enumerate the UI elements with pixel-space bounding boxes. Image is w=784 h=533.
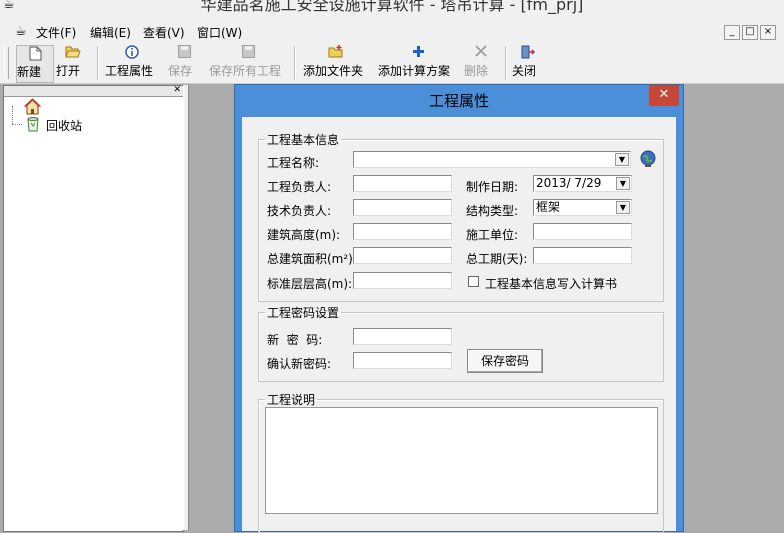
recycle-bin-icon[interactable] (26, 116, 40, 135)
confirm-password-input[interactable] (353, 352, 452, 369)
title-bar: ☕ 华建品茗施工安全设施计算软件 - 塔吊计算 - [fm_prj] (0, 0, 784, 22)
tree-panel-header: ✕ (4, 86, 183, 97)
basic-info-legend: 工程基本信息 (267, 133, 340, 147)
tech-lead-input[interactable] (353, 199, 452, 216)
add-plan-button[interactable]: 添加计算方案 (378, 45, 458, 81)
confirm-password-label: 确认新密码: (267, 357, 332, 371)
save-password-button[interactable]: 保存密码 (467, 349, 543, 373)
menu-file[interactable]: 文件(F) (36, 24, 76, 41)
total-area-label: 总建筑面积(m²) (267, 252, 353, 266)
tree-connector-line (12, 106, 14, 124)
plus-icon (378, 45, 458, 62)
globe-icon[interactable] (639, 150, 657, 171)
panel-splitter[interactable] (183, 85, 189, 530)
window-title: 华建品茗施工安全设施计算软件 - 塔吊计算 - [fm_prj] (200, 0, 584, 14)
notes-legend: 工程说明 (267, 393, 316, 407)
menu-view[interactable]: 查看(V) (143, 24, 185, 41)
new-password-label: 新 密 码: (267, 333, 323, 347)
duration-input[interactable] (533, 247, 632, 264)
dialog-body: 工程基本信息 工程名称: ▼ 工程负责人: 制作日期: 2013/ 7/29 ▼… (242, 117, 676, 533)
toolbar-separator (97, 46, 99, 80)
project-properties-dialog: 工程属性 ✕ 工程基本信息 工程名称: ▼ 工程负责人: 制作日期: 2013/… (234, 84, 684, 533)
info-icon (105, 45, 159, 62)
mdi-close-button[interactable]: × (760, 25, 776, 40)
new-password-input[interactable] (353, 328, 452, 345)
dialog-close-button[interactable]: ✕ (649, 85, 679, 106)
mdi-child-icon[interactable]: ☕ (15, 24, 27, 39)
tree-connector-line (12, 124, 22, 126)
structure-type-select[interactable]: 框架 ▼ (533, 199, 632, 216)
mdi-restore-button[interactable]: □ (742, 25, 758, 40)
home-icon[interactable] (23, 98, 42, 118)
save-disk-icon (168, 45, 200, 62)
add-folder-button[interactable]: 添加文件夹 (303, 45, 369, 81)
building-height-label: 建筑高度(m): (267, 228, 341, 242)
project-tree-panel: ✕ 回收站 (3, 85, 184, 532)
duration-label: 总工期(天): (466, 252, 528, 266)
contractor-input[interactable] (533, 223, 632, 240)
password-legend: 工程密码设置 (267, 306, 340, 320)
toolbar-separator (505, 46, 507, 80)
floor-height-label: 标准层层高(m): (267, 277, 353, 291)
project-name-label: 工程名称: (267, 156, 320, 170)
chevron-down-icon[interactable]: ▼ (615, 153, 629, 166)
date-picker[interactable]: 2013/ 7/29 ▼ (533, 175, 632, 192)
project-owner-input[interactable] (353, 175, 452, 192)
date-label: 制作日期: (466, 180, 519, 194)
contractor-label: 施工单位: (466, 228, 519, 242)
project-name-combo[interactable]: ▼ (353, 151, 631, 168)
toolbar-grip[interactable] (4, 47, 9, 79)
menu-edit[interactable]: 编辑(E) (90, 24, 131, 41)
chevron-down-icon[interactable]: ▼ (616, 201, 630, 214)
toolbar: 新建 打开 工程属性 保存 保存所有工程 添加文件夹 添加计算方案 删除 关闭 (0, 42, 784, 84)
structure-type-label: 结构类型: (466, 204, 519, 218)
project-properties-button[interactable]: 工程属性 (105, 45, 159, 81)
mdi-minimize-button[interactable]: _ (724, 25, 740, 40)
open-button[interactable]: 打开 (56, 45, 90, 81)
dialog-title: 工程属性 (428, 92, 489, 110)
tree-item-recycle-bin[interactable]: 回收站 (46, 117, 82, 134)
project-owner-label: 工程负责人: (267, 180, 332, 194)
chevron-down-icon[interactable]: ▼ (616, 177, 630, 190)
close-icon[interactable]: ✕ (173, 86, 181, 95)
menu-bar: ☕ 文件(F) 编辑(E) 查看(V) 窗口(W) _ □ × (0, 22, 784, 42)
toolbar-separator (294, 46, 296, 80)
delete-button[interactable]: 删除 (464, 45, 498, 81)
building-height-input[interactable] (353, 223, 452, 240)
close-button[interactable]: 关闭 (512, 45, 544, 81)
add-folder-icon (303, 45, 369, 62)
write-to-report-checkbox[interactable] (468, 276, 479, 287)
notes-textarea[interactable] (265, 407, 658, 514)
save-all-icon (209, 45, 287, 62)
save-all-button[interactable]: 保存所有工程 (209, 45, 287, 81)
floor-height-input[interactable] (353, 272, 452, 289)
new-button[interactable]: 新建 (16, 45, 54, 83)
new-file-icon (17, 46, 53, 63)
delete-x-icon (464, 45, 498, 62)
save-button[interactable]: 保存 (168, 45, 200, 81)
open-folder-icon (56, 45, 90, 62)
menu-window[interactable]: 窗口(W) (197, 24, 242, 41)
exit-door-icon (512, 45, 544, 62)
write-to-report-label: 工程基本信息写入计算书 (485, 277, 618, 291)
tech-lead-label: 技术负责人: (267, 204, 332, 218)
total-area-input[interactable] (353, 247, 452, 264)
